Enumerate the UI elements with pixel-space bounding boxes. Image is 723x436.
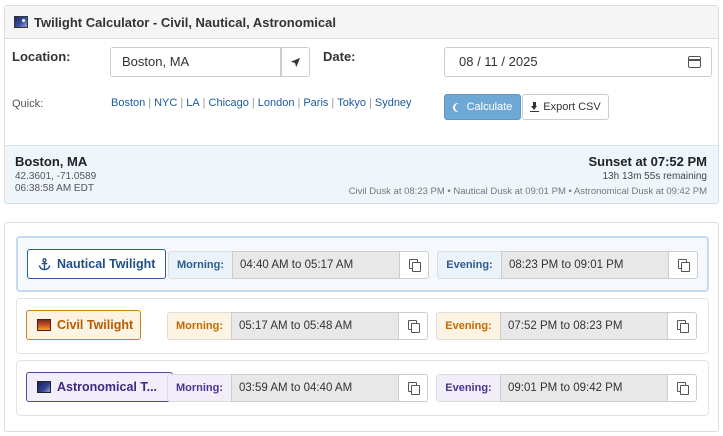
twilight-badge-civil[interactable]: Civil Twilight: [26, 310, 141, 340]
export-csv-button[interactable]: Export CSV: [522, 94, 609, 120]
summary-local-time: 06:38:58 AM EDT: [15, 183, 94, 194]
moon-icon: [455, 103, 464, 112]
morning-label: Morning:: [167, 374, 231, 402]
location-label: Location:: [12, 49, 71, 64]
copy-icon: [408, 259, 421, 272]
calculator-panel: Twilight Calculator - Civil, Nautical, A…: [4, 5, 719, 204]
separator: |: [148, 97, 152, 109]
date-input[interactable]: 08 / 11 / 2025: [444, 47, 712, 77]
evening-label: Evening:: [436, 312, 500, 340]
evening-time-field[interactable]: 07:52 PM to 08:23 PM: [500, 312, 668, 340]
evening-time-field[interactable]: 08:23 PM to 09:01 PM: [501, 251, 669, 279]
twilight-badge-nautical[interactable]: Nautical Twilight: [27, 249, 166, 279]
quick-links: Boston | NYC | LA | Chicago | London | Paris |…: [111, 97, 412, 109]
date-label: Date:: [323, 49, 356, 64]
quick-label: Quick:: [12, 98, 44, 110]
calendar-icon[interactable]: [688, 56, 701, 68]
evening-range: Evening: 08:23 PM to 09:01 PM: [437, 251, 698, 279]
twilight-badge-astronomical[interactable]: Astronomical T...: [26, 372, 173, 402]
calculate-label: Calculate: [466, 101, 513, 113]
separator: |: [297, 97, 301, 109]
quick-link-paris[interactable]: Paris: [303, 97, 328, 109]
evening-time-field[interactable]: 09:01 PM to 09:42 PM: [500, 374, 668, 402]
morning-range: Morning: 03:59 AM to 04:40 AM: [167, 374, 428, 402]
morning-time-field[interactable]: 03:59 AM to 04:40 AM: [231, 374, 399, 402]
evening-label: Evening:: [436, 374, 500, 402]
morning-range: Morning: 05:17 AM to 05:48 AM: [167, 312, 428, 340]
quick-link-sydney[interactable]: Sydney: [375, 97, 412, 109]
quick-link-chicago[interactable]: Chicago: [209, 97, 249, 109]
copy-icon: [676, 320, 689, 333]
copy-morning-button[interactable]: [400, 251, 429, 279]
twilight-name: Civil Twilight: [57, 318, 134, 332]
evening-range: Evening: 07:52 PM to 08:23 PM: [436, 312, 697, 340]
twilight-row-astronomical[interactable]: Astronomical T... Morning: 03:59 AM to 0…: [16, 360, 709, 416]
copy-icon: [677, 259, 690, 272]
twilight-row-nautical[interactable]: Nautical Twilight Morning: 04:40 AM to 0…: [16, 236, 709, 292]
date-value: 08 / 11 / 2025: [459, 54, 538, 69]
copy-evening-button[interactable]: [669, 251, 698, 279]
quick-link-la[interactable]: LA: [186, 97, 199, 109]
evening-range: Evening: 09:01 PM to 09:42 PM: [436, 374, 697, 402]
twilight-name: Nautical Twilight: [57, 257, 156, 271]
evening-label: Evening:: [437, 251, 501, 279]
summary-remaining: 13h 13m 55s remaining: [602, 171, 707, 182]
app-logo-icon: [14, 16, 28, 28]
separator: |: [251, 97, 255, 109]
separator: |: [331, 97, 335, 109]
summary-coordinates: 42.3601, -71.0589: [15, 171, 97, 182]
quick-link-london[interactable]: London: [258, 97, 295, 109]
panel-header: Twilight Calculator - Civil, Nautical, A…: [5, 6, 718, 39]
morning-label: Morning:: [168, 251, 232, 279]
morning-label: Morning:: [167, 312, 231, 340]
separator: |: [180, 97, 184, 109]
morning-time-field[interactable]: 05:17 AM to 05:48 AM: [231, 312, 399, 340]
copy-icon: [407, 320, 420, 333]
calculate-button[interactable]: Calculate: [444, 94, 521, 120]
use-my-location-button[interactable]: [281, 47, 310, 77]
summary-city: Boston, MA: [15, 154, 88, 169]
night-sky-icon: [37, 381, 51, 393]
sunset-icon: [37, 319, 51, 331]
quick-link-nyc[interactable]: NYC: [154, 97, 177, 109]
anchor-icon: [38, 257, 51, 271]
copy-icon: [676, 382, 689, 395]
quick-link-boston[interactable]: Boston: [111, 97, 145, 109]
summary-dusk-times: Civil Dusk at 08:23 PM • Nautical Dusk a…: [348, 186, 707, 197]
sun-summary: Boston, MA 42.3601, -71.0589 06:38:58 AM…: [5, 145, 718, 203]
copy-icon: [407, 382, 420, 395]
copy-evening-button[interactable]: [668, 374, 697, 402]
location-arrow-icon: [290, 57, 301, 67]
twilight-row-civil[interactable]: Civil Twilight Morning: 05:17 AM to 05:4…: [16, 298, 709, 354]
copy-evening-button[interactable]: [668, 312, 697, 340]
copy-morning-button[interactable]: [399, 312, 428, 340]
morning-range: Morning: 04:40 AM to 05:17 AM: [168, 251, 429, 279]
app-title: Twilight Calculator - Civil, Nautical, A…: [34, 14, 336, 30]
twilight-name: Astronomical T...: [57, 380, 158, 394]
separator: |: [369, 97, 372, 109]
summary-sunset: Sunset at 07:52 PM: [588, 154, 708, 169]
morning-time-field[interactable]: 04:40 AM to 05:17 AM: [232, 251, 400, 279]
quick-link-tokyo[interactable]: Tokyo: [337, 97, 366, 109]
export-label: Export CSV: [543, 101, 601, 113]
copy-morning-button[interactable]: [399, 374, 428, 402]
separator: |: [202, 97, 206, 109]
location-input[interactable]: Boston, MA: [110, 47, 281, 77]
results-panel: Nautical Twilight Morning: 04:40 AM to 0…: [4, 222, 719, 432]
download-icon: [530, 102, 540, 112]
